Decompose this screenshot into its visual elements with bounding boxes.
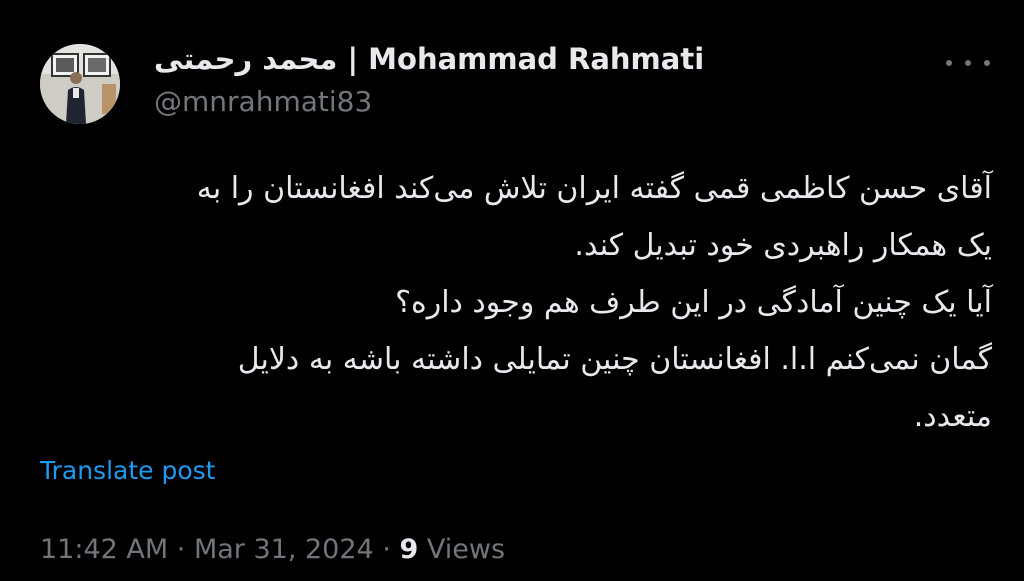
post-date[interactable]: Mar 31, 2024	[194, 534, 374, 565]
avatar[interactable]	[40, 44, 120, 124]
more-options-button[interactable]	[946, 48, 990, 78]
post-text: آقای حسن کاظمی قمی گفته ایران تلاش می‌کن…	[40, 160, 992, 445]
more-dot-icon	[984, 60, 990, 66]
more-dot-icon	[946, 60, 952, 66]
post-card: محمد رحمتی | Mohammad Rahmati @mnrahmati…	[0, 0, 1024, 581]
post-text-line: متعدد.	[913, 399, 992, 434]
display-name[interactable]: محمد رحمتی | Mohammad Rahmati	[154, 42, 704, 76]
more-dot-icon	[965, 60, 971, 66]
post-meta: 11:42 AM · Mar 31, 2024 · 9 Views	[40, 532, 505, 568]
meta-separator: ·	[176, 534, 186, 565]
meta-separator: ·	[382, 534, 391, 565]
views-count: 9	[399, 534, 419, 565]
post-text-line: آیا یک چنین آمادگی در این طرف هم وجود دا…	[395, 285, 992, 320]
post-header: محمد رحمتی | Mohammad Rahmati @mnrahmati…	[40, 40, 990, 130]
profile-photo-icon	[40, 44, 120, 124]
post-text-line: آقای حسن کاظمی قمی گفته ایران تلاش می‌کن…	[196, 171, 992, 206]
translate-post-link[interactable]: Translate post	[40, 454, 215, 488]
author-handle[interactable]: @mnrahmati83	[154, 86, 704, 118]
views-label: Views	[426, 534, 506, 565]
author-info: محمد رحمتی | Mohammad Rahmati @mnrahmati…	[154, 42, 704, 118]
post-text-line: گمان نمی‌کنم ا.ا. افغانستان چنین تمایلی …	[237, 342, 992, 377]
post-time[interactable]: 11:42 AM	[40, 534, 168, 565]
post-text-line: یک همکار راهبردی خود تبدیل کند.	[574, 228, 992, 263]
